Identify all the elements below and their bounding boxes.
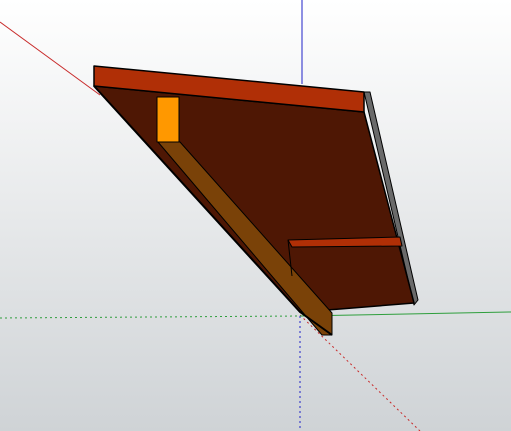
model-canvas[interactable] <box>0 0 511 431</box>
3d-viewport[interactable] <box>0 0 511 431</box>
beam-end-face <box>156 96 180 143</box>
